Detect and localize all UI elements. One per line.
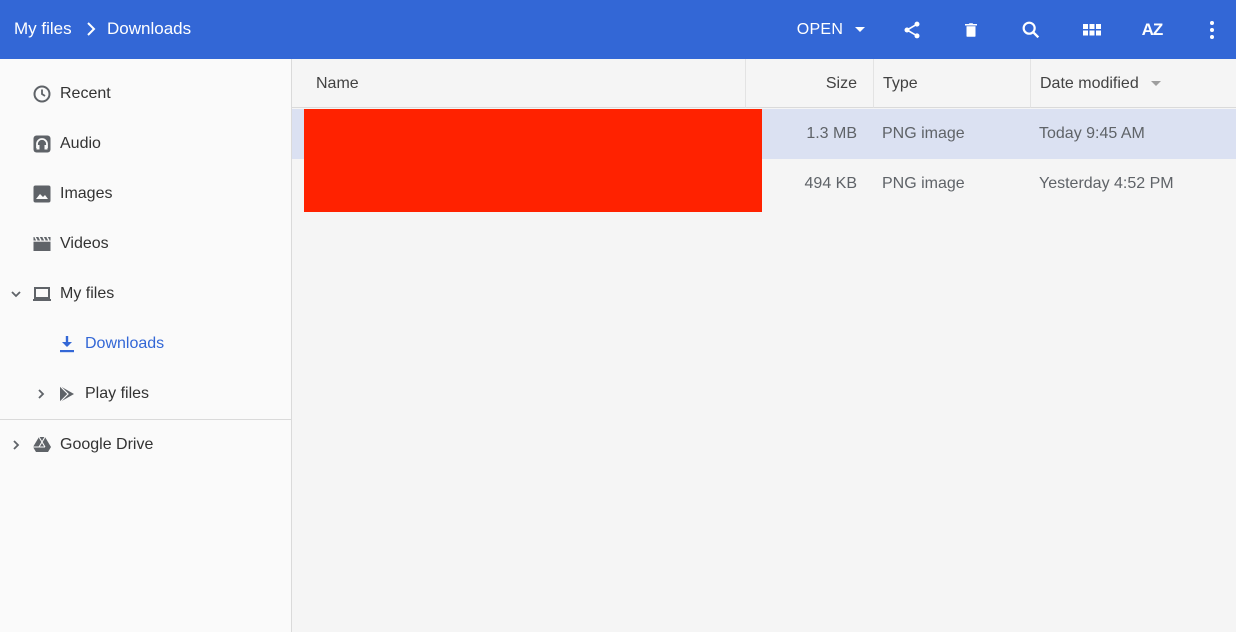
sidebar-item-recent[interactable]: Recent bbox=[0, 69, 291, 119]
clock-icon bbox=[33, 85, 51, 103]
top-app-bar: My files Downloads OPEN AZ bbox=[0, 0, 1236, 59]
sidebar-item-label: My files bbox=[60, 285, 115, 302]
drive-icon bbox=[33, 436, 51, 452]
sidebar-item-audio[interactable]: Audio bbox=[0, 119, 291, 169]
sidebar-item-google-drive[interactable]: Google Drive bbox=[0, 420, 291, 470]
sidebar-item-videos[interactable]: Videos bbox=[0, 219, 291, 269]
sidebar-item-label: Videos bbox=[60, 235, 109, 252]
share-button[interactable] bbox=[892, 0, 932, 59]
column-header-label: Type bbox=[883, 75, 918, 92]
column-header-label: Name bbox=[316, 75, 359, 92]
file-type: PNG image bbox=[882, 125, 965, 142]
sidebar-item-images[interactable]: Images bbox=[0, 169, 291, 219]
column-header-name[interactable]: Name bbox=[292, 59, 745, 108]
column-header-size[interactable]: Size bbox=[745, 59, 873, 108]
column-header-label: Date modified bbox=[1040, 75, 1139, 92]
file-type: PNG image bbox=[882, 175, 965, 192]
chevron-right-icon bbox=[87, 22, 96, 36]
caret-down-icon bbox=[855, 27, 866, 32]
search-icon bbox=[1022, 21, 1040, 38]
sidebar-item-downloads[interactable]: Downloads bbox=[0, 319, 291, 369]
chevron-down-icon[interactable] bbox=[9, 287, 23, 301]
image-icon bbox=[33, 185, 51, 203]
sidebar-item-label: Play files bbox=[85, 385, 150, 402]
video-icon bbox=[33, 236, 51, 251]
search-button[interactable] bbox=[1011, 0, 1051, 59]
file-list: Name Size Type Date modified 1.3 MB PNG … bbox=[292, 59, 1236, 632]
sidebar-item-label: Google Drive bbox=[60, 436, 154, 453]
column-header-date[interactable]: Date modified bbox=[1030, 59, 1236, 108]
headphones-icon bbox=[33, 135, 51, 153]
sidebar-item-label: Images bbox=[60, 185, 113, 202]
delete-button[interactable] bbox=[951, 0, 991, 59]
file-date: Today 9:45 AM bbox=[1039, 125, 1145, 142]
sidebar-item-play-files[interactable]: Play files bbox=[0, 369, 291, 419]
download-icon bbox=[60, 336, 74, 353]
redaction-overlay bbox=[304, 109, 762, 212]
more-options-button[interactable] bbox=[1192, 0, 1232, 59]
column-header-label: Size bbox=[825, 75, 857, 92]
play-store-icon bbox=[59, 385, 74, 403]
open-button[interactable]: OPEN bbox=[788, 0, 874, 59]
sidebar-item-label: Recent bbox=[60, 85, 111, 102]
sort-az-icon: AZ bbox=[1141, 19, 1164, 39]
chevron-right-icon[interactable] bbox=[9, 438, 23, 452]
sidebar-item-label: Audio bbox=[60, 135, 101, 152]
sidebar: Recent Audio Images Videos My files Down… bbox=[0, 59, 292, 632]
file-date: Yesterday 4:52 PM bbox=[1039, 175, 1174, 192]
sort-button[interactable]: AZ bbox=[1132, 0, 1172, 59]
breadcrumb-my-files[interactable]: My files bbox=[14, 0, 72, 59]
chevron-right-icon[interactable] bbox=[34, 387, 48, 401]
grid-view-icon bbox=[1083, 23, 1101, 35]
more-vert-icon bbox=[1210, 20, 1214, 39]
sort-descending-icon bbox=[1151, 81, 1162, 87]
sidebar-item-label: Downloads bbox=[85, 335, 165, 352]
sidebar-item-my-files[interactable]: My files bbox=[0, 269, 291, 319]
share-icon bbox=[904, 21, 920, 38]
laptop-icon bbox=[33, 287, 51, 301]
column-header-type[interactable]: Type bbox=[873, 59, 1030, 108]
delete-icon bbox=[965, 22, 977, 37]
breadcrumb-downloads[interactable]: Downloads bbox=[107, 0, 191, 59]
grid-view-button[interactable] bbox=[1072, 0, 1112, 59]
open-button-label: OPEN bbox=[796, 20, 844, 38]
